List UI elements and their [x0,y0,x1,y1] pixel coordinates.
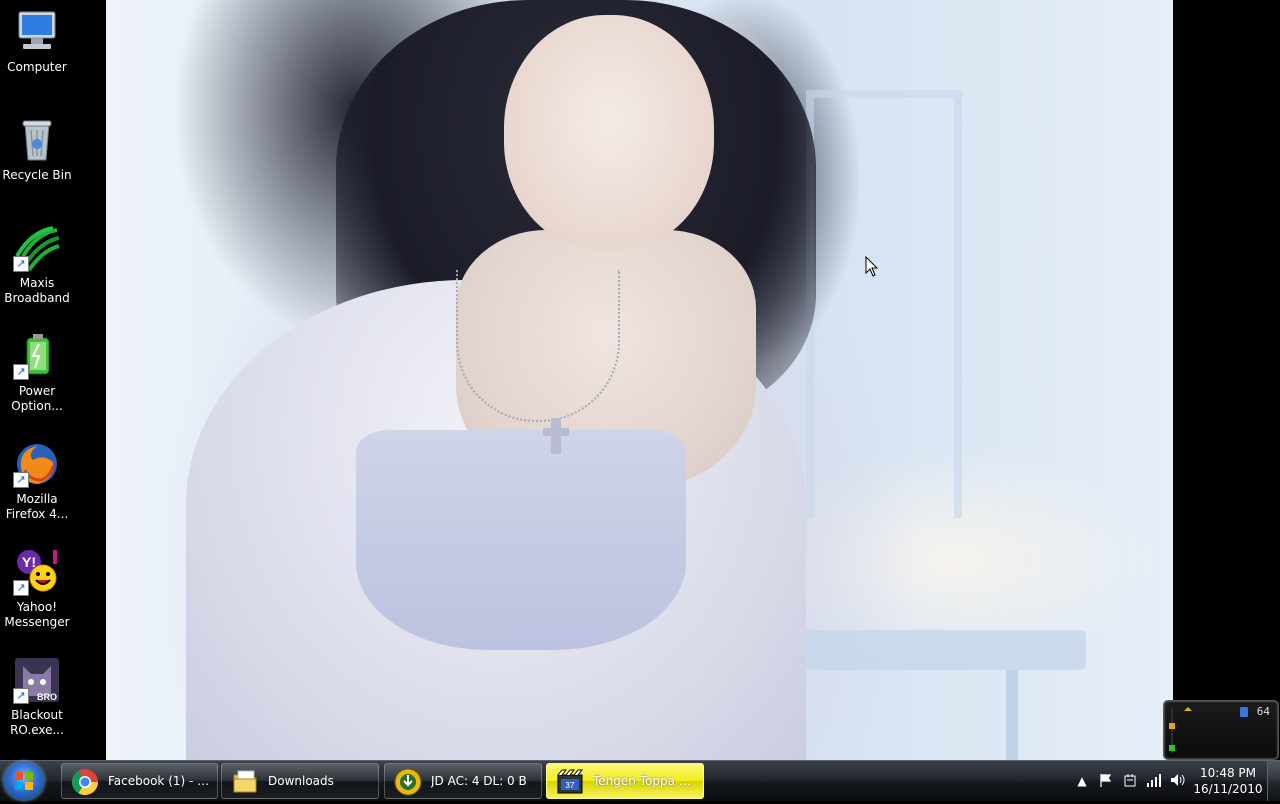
shortcut-arrow-icon: ↗ [13,580,29,596]
wallpaper-background-frame [806,90,962,518]
desktop-icon-computer[interactable]: Computer [0,8,74,75]
desktop-icon-recycle-bin[interactable]: Recycle Bin [0,116,74,183]
yahoo-messenger-icon: Y! ↗ [13,548,61,596]
start-button[interactable] [4,762,44,800]
power-options-icon: ↗ [13,332,61,380]
volume-icon[interactable] [1170,773,1186,789]
shortcut-arrow-icon: ↗ [13,472,29,488]
firefox-icon: ↗ [13,440,61,488]
taskbar-button-label: Facebook (1) - Go... [108,774,211,788]
taskbar-button-downloads[interactable]: Downloads [221,763,379,799]
jdownloader-icon [393,767,423,797]
wallpaper-table-leg [1006,670,1018,760]
power-plug-icon[interactable] [1122,773,1138,789]
network-meter-gadget[interactable]: 64 [1163,700,1279,760]
recycle-bin-icon [13,116,61,164]
folder-icon [230,767,260,797]
taskbar-clock[interactable]: 10:48 PM 16/11/2010 [1192,765,1264,797]
desktop-icon-yahoo-messenger[interactable]: Y! ↗ Yahoo! Messenger [0,548,74,630]
desktop-wallpaper [106,0,1173,760]
shortcut-arrow-icon: ↗ [13,688,29,704]
show-desktop-button[interactable] [1267,761,1280,801]
taskbar-button-label: Tengen Toppa Gu... [593,774,697,788]
taskbar-button-jdownloader[interactable]: JD AC: 4 DL: 0 B [384,763,542,799]
wallpaper-necklace [456,270,620,422]
desktop-icon-maxis-broadband[interactable]: ↗ Maxis Broadband [0,224,74,306]
desktop-icon-label: Computer [7,60,67,74]
network-signal-icon[interactable] [1146,773,1162,789]
blackout-ro-icon: BRO ↗ [13,656,61,704]
taskbar-button-label: Downloads [268,774,334,788]
taskbar-button-chrome[interactable]: Facebook (1) - Go... [61,763,218,799]
maxis-broadband-icon: ↗ [13,224,61,272]
wallpaper-face [504,15,714,250]
wallpaper-cross-pendant [551,418,561,454]
media-player-icon: 37 [555,767,585,797]
shortcut-arrow-icon: ↗ [13,256,29,272]
windows-start-orb-icon [15,772,33,790]
desktop-icon-label: Blackout RO.exe... [10,708,64,737]
computer-icon [13,8,61,56]
svg-text:37: 37 [566,781,575,790]
svg-text:BRO: BRO [37,692,57,702]
desktop-icon-blackout-ro[interactable]: BRO ↗ Blackout RO.exe... [0,656,74,738]
show-hidden-icons-icon[interactable]: ▲ [1074,773,1090,789]
svg-text:Y!: Y! [22,554,36,570]
desktop-icon-firefox[interactable]: ↗ Mozilla Firefox 4... [0,440,74,522]
action-center-flag-icon[interactable] [1098,773,1114,789]
desktop-icon-power-options[interactable]: ↗ Power Option... [0,332,74,414]
desktop-icon-label: Power Option... [11,384,63,413]
gadget-value: 64 [1256,705,1270,718]
desktop-icon-label: Maxis Broadband [4,276,70,305]
desktop-icon-label: Recycle Bin [2,168,72,182]
wallpaper-top [356,430,686,650]
mouse-cursor-icon [865,255,879,282]
clock-date: 16/11/2010 [1193,782,1263,796]
taskbar-button-label: JD AC: 4 DL: 0 B [431,774,527,788]
desktop-icon-label: Yahoo! Messenger [4,600,70,629]
taskbar-button-media-player[interactable]: 37 Tengen Toppa Gu... [546,763,704,799]
taskbar: Facebook (1) - Go... Downloads JD AC: 4 … [0,760,1280,801]
desktop-icon-label: Mozilla Firefox 4... [5,492,69,521]
wallpaper-cross-pendant [543,428,569,436]
shortcut-arrow-icon: ↗ [13,364,29,380]
clock-time: 10:48 PM [1200,766,1256,780]
chrome-icon [70,767,100,797]
